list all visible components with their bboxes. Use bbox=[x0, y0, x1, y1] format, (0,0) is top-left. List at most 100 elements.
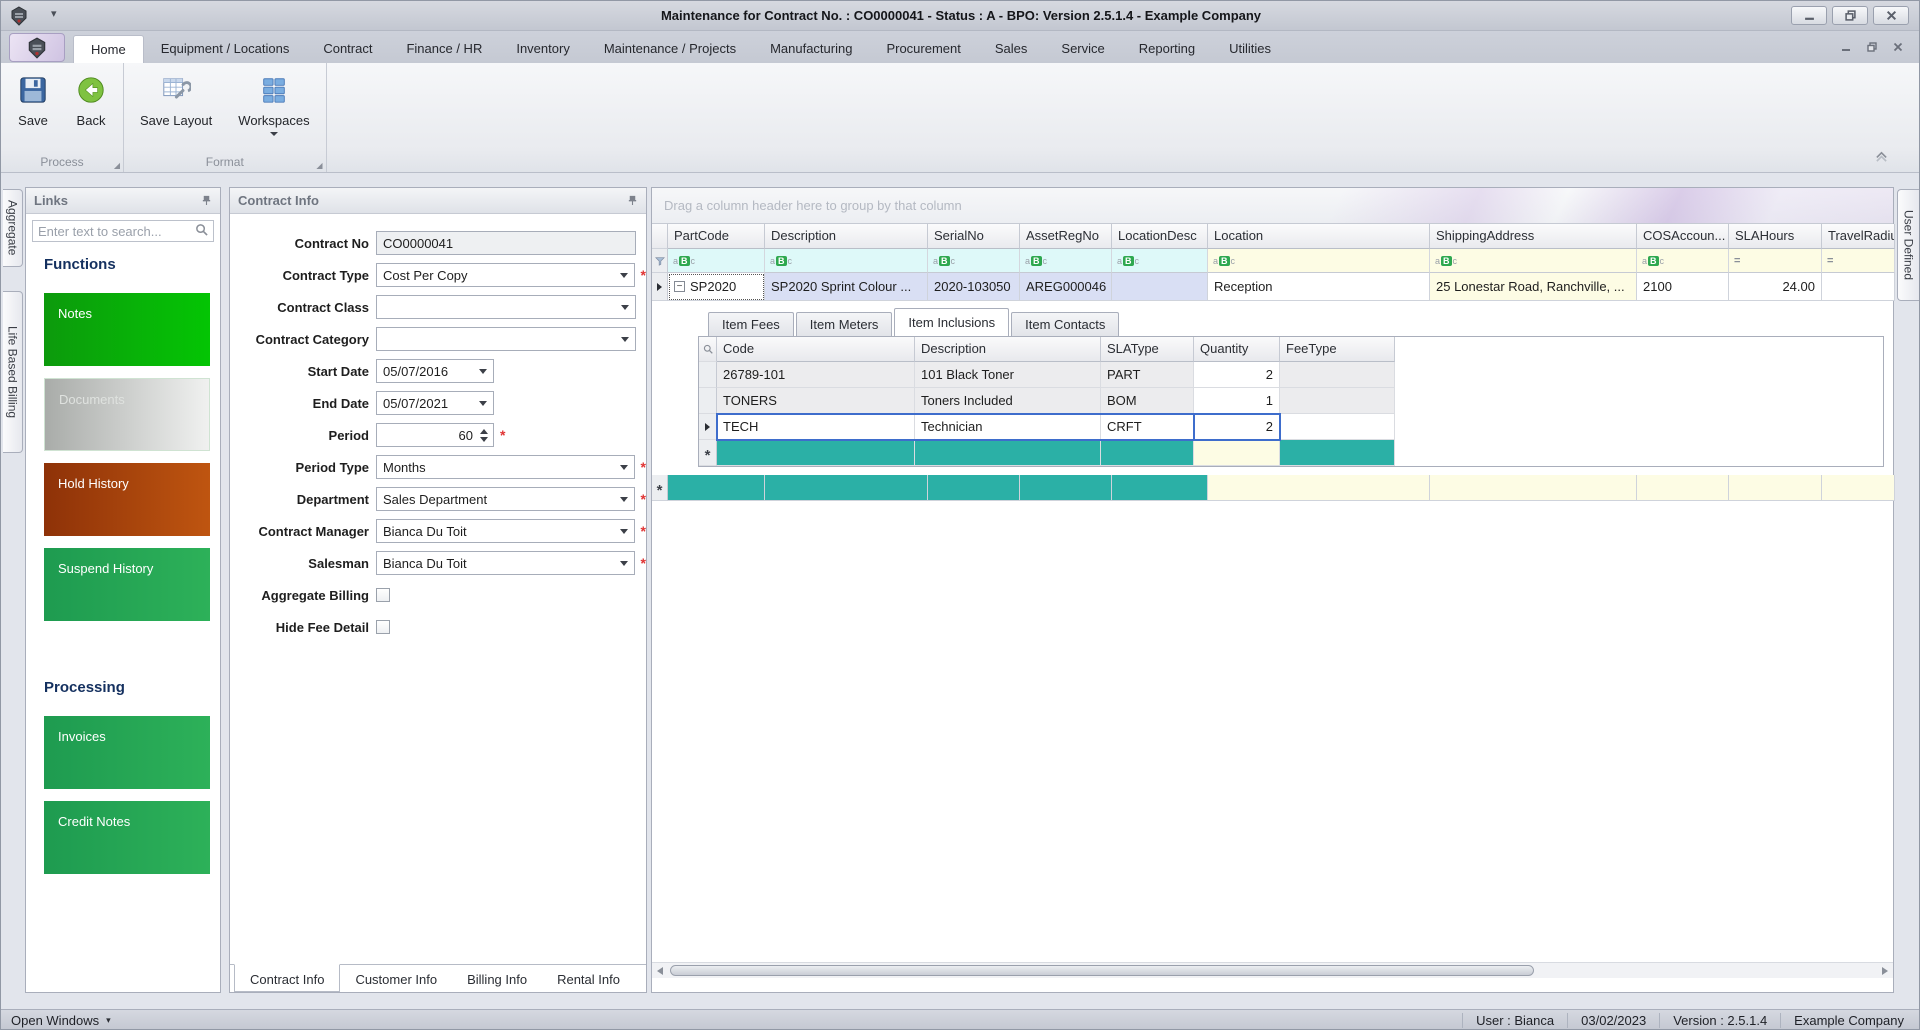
filter-cell-shippingaddress[interactable]: aBc bbox=[1430, 249, 1637, 273]
spinner-period[interactable]: 60 bbox=[376, 423, 494, 447]
cell-travelradiu[interactable] bbox=[1822, 273, 1895, 301]
chevron-down-icon[interactable] bbox=[616, 529, 632, 534]
column-header-slahours[interactable]: SLAHours bbox=[1729, 224, 1822, 249]
tab-item-inclusions[interactable]: Item Inclusions bbox=[894, 308, 1009, 336]
dropdown-contract-class[interactable] bbox=[376, 295, 636, 319]
tab-item-contacts[interactable]: Item Contacts bbox=[1011, 312, 1119, 336]
spinner-buttons[interactable] bbox=[477, 429, 491, 442]
chevron-down-icon[interactable] bbox=[616, 273, 632, 278]
new-row-cell-locationdesc[interactable] bbox=[1112, 475, 1208, 501]
horizontal-scrollbar[interactable] bbox=[652, 962, 1893, 978]
menu-tab-utilities[interactable]: Utilities bbox=[1212, 35, 1288, 63]
spin-down-icon[interactable] bbox=[480, 437, 488, 442]
ribbon-button-back[interactable]: Back bbox=[69, 69, 113, 132]
chevron-down-icon[interactable] bbox=[617, 305, 633, 310]
tab-item-fees[interactable]: Item Fees bbox=[708, 312, 794, 336]
menu-tab-contract[interactable]: Contract bbox=[306, 35, 389, 63]
filter-cell-serialno[interactable]: aBc bbox=[928, 249, 1020, 273]
menu-tab-home[interactable]: Home bbox=[73, 35, 144, 63]
dropdown-salesman[interactable]: Bianca Du Toit bbox=[376, 551, 635, 575]
mdi-minimize-button[interactable] bbox=[1841, 40, 1851, 55]
spin-up-icon[interactable] bbox=[480, 429, 488, 434]
tab-item-meters[interactable]: Item Meters bbox=[796, 312, 893, 336]
column-header-travelradiu[interactable]: TravelRadiu bbox=[1822, 224, 1895, 249]
dropdown-contract-manager[interactable]: Bianca Du Toit bbox=[376, 519, 635, 543]
ribbon-button-workspaces[interactable]: Workspaces bbox=[232, 69, 315, 140]
chevron-down-icon[interactable] bbox=[616, 497, 632, 502]
detail-cell-feetype[interactable] bbox=[1280, 388, 1395, 414]
application-button[interactable] bbox=[9, 33, 65, 62]
close-button[interactable] bbox=[1873, 6, 1909, 25]
column-header-location[interactable]: Location bbox=[1208, 224, 1430, 249]
search-input[interactable] bbox=[38, 224, 195, 239]
search-icon[interactable] bbox=[195, 223, 208, 239]
detail-cell-description[interactable]: Toners Included bbox=[915, 388, 1101, 414]
cell-locationdesc[interactable] bbox=[1112, 273, 1208, 301]
chevron-down-icon[interactable] bbox=[616, 465, 632, 470]
menu-tab-reporting[interactable]: Reporting bbox=[1122, 35, 1212, 63]
new-row-cell-cosaccoun[interactable] bbox=[1637, 475, 1729, 501]
menu-tab-sales[interactable]: Sales bbox=[978, 35, 1045, 63]
open-windows-button[interactable]: Open Windows ▾ bbox=[1, 1013, 111, 1028]
menu-tab-procurement[interactable]: Procurement bbox=[869, 35, 977, 63]
menu-tab-equipment-locations[interactable]: Equipment / Locations bbox=[144, 35, 307, 63]
checkbox-hide-fee-detail[interactable] bbox=[376, 620, 390, 634]
detail-new-row-cell-quantity[interactable] bbox=[1194, 440, 1280, 466]
column-header-locationdesc[interactable]: LocationDesc bbox=[1112, 224, 1208, 249]
mdi-close-button[interactable] bbox=[1893, 40, 1903, 55]
mdi-restore-button[interactable] bbox=[1867, 40, 1877, 55]
scroll-right-icon[interactable] bbox=[1882, 967, 1888, 975]
detail-column-header-description[interactable]: Description bbox=[915, 337, 1101, 362]
new-row-cell-travelradiu[interactable] bbox=[1822, 475, 1895, 501]
menu-tab-service[interactable]: Service bbox=[1044, 35, 1121, 63]
new-row-cell-slahours[interactable] bbox=[1729, 475, 1822, 501]
filter-cell-description[interactable]: aBc bbox=[765, 249, 928, 273]
dialog-launcher-icon[interactable]: ◢ bbox=[316, 161, 322, 170]
tab-rental-info[interactable]: Rental Info bbox=[542, 965, 635, 992]
detail-cell-slatype[interactable]: CRFT bbox=[1101, 414, 1194, 440]
cell-slahours[interactable]: 24.00 bbox=[1729, 273, 1822, 301]
detail-cell-feetype[interactable] bbox=[1280, 414, 1395, 440]
new-row-cell-assetregno[interactable] bbox=[1020, 475, 1112, 501]
cell-cosaccoun[interactable]: 2100 bbox=[1637, 273, 1729, 301]
dropdown-contract-type[interactable]: Cost Per Copy bbox=[376, 263, 635, 287]
cell-location[interactable]: Reception bbox=[1208, 273, 1430, 301]
cell-partcode[interactable]: −SP2020 bbox=[668, 273, 765, 301]
detail-cell-quantity[interactable]: 2 bbox=[1194, 362, 1280, 388]
cell-shippingaddress[interactable]: 25 Lonestar Road, Ranchville, ... bbox=[1430, 273, 1637, 301]
dock-tab-aggregate[interactable]: Aggregate bbox=[3, 189, 23, 267]
filter-cell-cosaccoun[interactable]: aBc bbox=[1637, 249, 1729, 273]
input-contract-no[interactable]: CO0000041 bbox=[376, 231, 636, 255]
pin-icon[interactable] bbox=[627, 195, 638, 206]
links-search-box[interactable] bbox=[32, 220, 214, 242]
detail-cell-feetype[interactable] bbox=[1280, 362, 1395, 388]
scrollbar-thumb[interactable] bbox=[670, 965, 1534, 976]
tab-customer-info[interactable]: Customer Info bbox=[340, 965, 452, 992]
dropdown-period-type[interactable]: Months bbox=[376, 455, 635, 479]
chevron-down-icon[interactable] bbox=[616, 561, 632, 566]
link-button-hold-history[interactable]: Hold History bbox=[44, 463, 210, 536]
filter-cell-location[interactable]: aBc bbox=[1208, 249, 1430, 273]
chevron-down-icon[interactable] bbox=[617, 337, 633, 342]
dock-tab-life-based-billing[interactable]: Life Based Billing bbox=[3, 291, 23, 453]
tab-billing-info[interactable]: Billing Info bbox=[452, 965, 542, 992]
detail-cell-quantity[interactable]: 1 bbox=[1194, 388, 1280, 414]
dock-tab-user-defined[interactable]: User Defined bbox=[1897, 189, 1919, 301]
filter-cell-assetregno[interactable]: aBc bbox=[1020, 249, 1112, 273]
new-row-cell-location[interactable] bbox=[1208, 475, 1430, 501]
detail-cell-code[interactable]: TECH bbox=[717, 414, 915, 440]
menu-tab-maintenance-projects[interactable]: Maintenance / Projects bbox=[587, 35, 753, 63]
dropdown-end-date[interactable]: 05/07/2021 bbox=[376, 391, 494, 415]
column-header-assetregno[interactable]: AssetRegNo bbox=[1020, 224, 1112, 249]
cell-assetregno[interactable]: AREG000046 bbox=[1020, 273, 1112, 301]
tab-contract-info[interactable]: Contract Info bbox=[234, 964, 340, 992]
column-header-partcode[interactable]: PartCode bbox=[668, 224, 765, 249]
filter-cell-partcode[interactable]: aBc bbox=[668, 249, 765, 273]
filter-cell-slahours[interactable]: = bbox=[1729, 249, 1822, 273]
chevron-down-icon[interactable] bbox=[475, 401, 491, 406]
collapse-row-icon[interactable]: − bbox=[674, 281, 685, 292]
detail-cell-description[interactable]: Technician bbox=[915, 414, 1101, 440]
link-button-notes[interactable]: Notes bbox=[44, 293, 210, 366]
menu-tab-finance-hr[interactable]: Finance / HR bbox=[389, 35, 499, 63]
link-button-suspend-history[interactable]: Suspend History bbox=[44, 548, 210, 621]
